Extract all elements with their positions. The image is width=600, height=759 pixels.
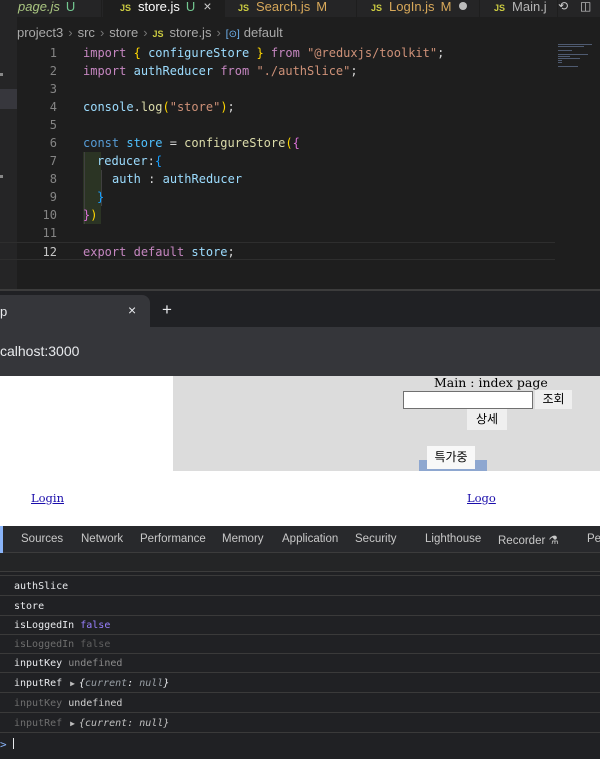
- logo-link[interactable]: Logo: [467, 491, 496, 505]
- tab-sources[interactable]: Sources: [21, 533, 63, 545]
- tab-security[interactable]: Security: [355, 533, 397, 545]
- code-line: 7 reducer:{: [49, 154, 163, 168]
- promo-button[interactable]: 특가중: [427, 446, 475, 469]
- symbol-icon: [⊙]: [225, 29, 240, 40]
- code-line: 5: [49, 118, 57, 132]
- address-bar[interactable]: calhost:3000: [0, 343, 79, 359]
- expand-triangle-icon[interactable]: ▶: [70, 674, 75, 693]
- console-message: isLoggedIn false: [0, 635, 600, 654]
- breadcrumb-item[interactable]: src: [78, 25, 95, 40]
- console-toolbar: [0, 553, 600, 572]
- code-line: 10}): [42, 208, 98, 222]
- minimap-line: [558, 56, 570, 57]
- expand-triangle-icon[interactable]: ▶: [70, 714, 75, 733]
- tab-memory[interactable]: Memory: [222, 533, 264, 545]
- js-file-icon: JS: [371, 3, 383, 13]
- prompt-chevron-icon: >: [0, 738, 7, 751]
- tab-main-js[interactable]: JS Main.j: [481, 0, 558, 17]
- search-input[interactable]: [403, 391, 533, 409]
- tab-lighthouse[interactable]: Lighthouse: [425, 533, 481, 545]
- tab-network[interactable]: Network: [81, 533, 123, 545]
- tab-store-js[interactable]: JS store.js U ×: [103, 0, 225, 17]
- js-file-icon: JS: [238, 3, 250, 13]
- new-tab-button[interactable]: +: [162, 300, 172, 320]
- devtools-panel: Sources Network Performance Memory Appli…: [0, 526, 600, 759]
- code-line: 3: [49, 82, 57, 96]
- split-editor-icon[interactable]: ◫: [580, 0, 591, 13]
- flask-icon: ⚗: [548, 535, 559, 547]
- console-message: store: [0, 597, 600, 616]
- minimap-line: [558, 54, 588, 55]
- browser-tab-strip: p × +: [0, 291, 600, 327]
- tab-search-js[interactable]: JS Search.js M: [226, 0, 357, 17]
- code-editor: page.js U JS store.js U × JS Search.js M JS Log…: [0, 0, 600, 289]
- modified-dot-icon: [459, 2, 468, 10]
- tab-page-js[interactable]: page.js U: [0, 0, 102, 17]
- close-icon[interactable]: ×: [128, 302, 136, 318]
- js-file-icon: JS: [494, 3, 506, 13]
- tab-performance[interactable]: Performance: [140, 533, 206, 545]
- minimap-line: [558, 58, 580, 59]
- minimap-line: [558, 46, 584, 47]
- editor-tab-bar: page.js U JS store.js U × JS Search.js M JS Log…: [0, 0, 600, 17]
- editor-actions: ⟲ ◫: [558, 0, 600, 17]
- code-line: 1 import { configureStore } from "@reduxj…: [49, 46, 445, 60]
- minimap[interactable]: [558, 44, 598, 74]
- browser-toolbar: calhost:3000: [0, 327, 600, 376]
- tab-performance-insights[interactable]: Pe: [587, 533, 600, 545]
- tab-login-js[interactable]: JS LogIn.js M: [358, 0, 480, 17]
- code-line: 6 const store = configureStore({: [49, 136, 300, 150]
- detail-button[interactable]: 상세: [467, 409, 507, 430]
- code-line: 4 console.log("store");: [49, 100, 235, 114]
- code-line-current: 12 export default store;: [0, 242, 555, 260]
- code-line: 11: [42, 226, 57, 240]
- page-title: Main : index page: [434, 375, 548, 390]
- text-caret: [12, 738, 14, 749]
- devtools-tab-bar: Sources Network Performance Memory Appli…: [0, 526, 600, 553]
- breadcrumb-item[interactable]: default: [244, 25, 283, 40]
- console-message: inputKey undefined: [0, 694, 600, 713]
- minimap-line: [558, 44, 592, 45]
- console-message: authSlice: [0, 577, 600, 596]
- js-file-icon: JS: [152, 29, 164, 39]
- page-viewport: Main : index page 조회 상세 특가중 Login Logo: [0, 375, 600, 526]
- breadcrumb-item[interactable]: store: [109, 25, 138, 40]
- tab-application[interactable]: Application: [282, 533, 338, 545]
- browser-tab-title: p: [0, 304, 8, 319]
- close-icon[interactable]: ×: [203, 0, 211, 14]
- console-prompt[interactable]: >: [0, 738, 14, 754]
- minimap-line: [558, 66, 578, 67]
- breadcrumb-item[interactable]: store.js: [170, 25, 212, 40]
- search-button[interactable]: 조회: [535, 390, 572, 409]
- console-message[interactable]: inputRef ▶ {current: null}: [0, 714, 600, 733]
- compare-icon[interactable]: ⟲: [558, 0, 568, 13]
- minimap-line: [558, 62, 562, 63]
- code-line: 9}: [49, 190, 105, 204]
- console-message: isLoggedIn false: [0, 616, 600, 635]
- login-link[interactable]: Login: [31, 491, 64, 505]
- active-tab-indicator: [0, 526, 3, 553]
- minimap-line: [558, 60, 562, 61]
- breadcrumb-item[interactable]: project3: [17, 25, 63, 40]
- code-line: 2 import authReducer from "./authSlice";: [49, 64, 358, 78]
- tab-recorder[interactable]: Recorder ⚗: [498, 533, 559, 547]
- breadcrumb: project3 › src › store › JS store.js › [⊙] default: [17, 25, 283, 40]
- js-file-icon: JS: [120, 3, 132, 13]
- console-filter-bar: [0, 572, 600, 576]
- code-line: 8 auth : authReducer: [49, 172, 243, 186]
- console-message: inputKey undefined: [0, 654, 600, 673]
- console-message[interactable]: inputRef ▶ {current: null}: [0, 674, 600, 693]
- minimap-line: [558, 50, 572, 51]
- browser-tab[interactable]: p ×: [0, 295, 150, 327]
